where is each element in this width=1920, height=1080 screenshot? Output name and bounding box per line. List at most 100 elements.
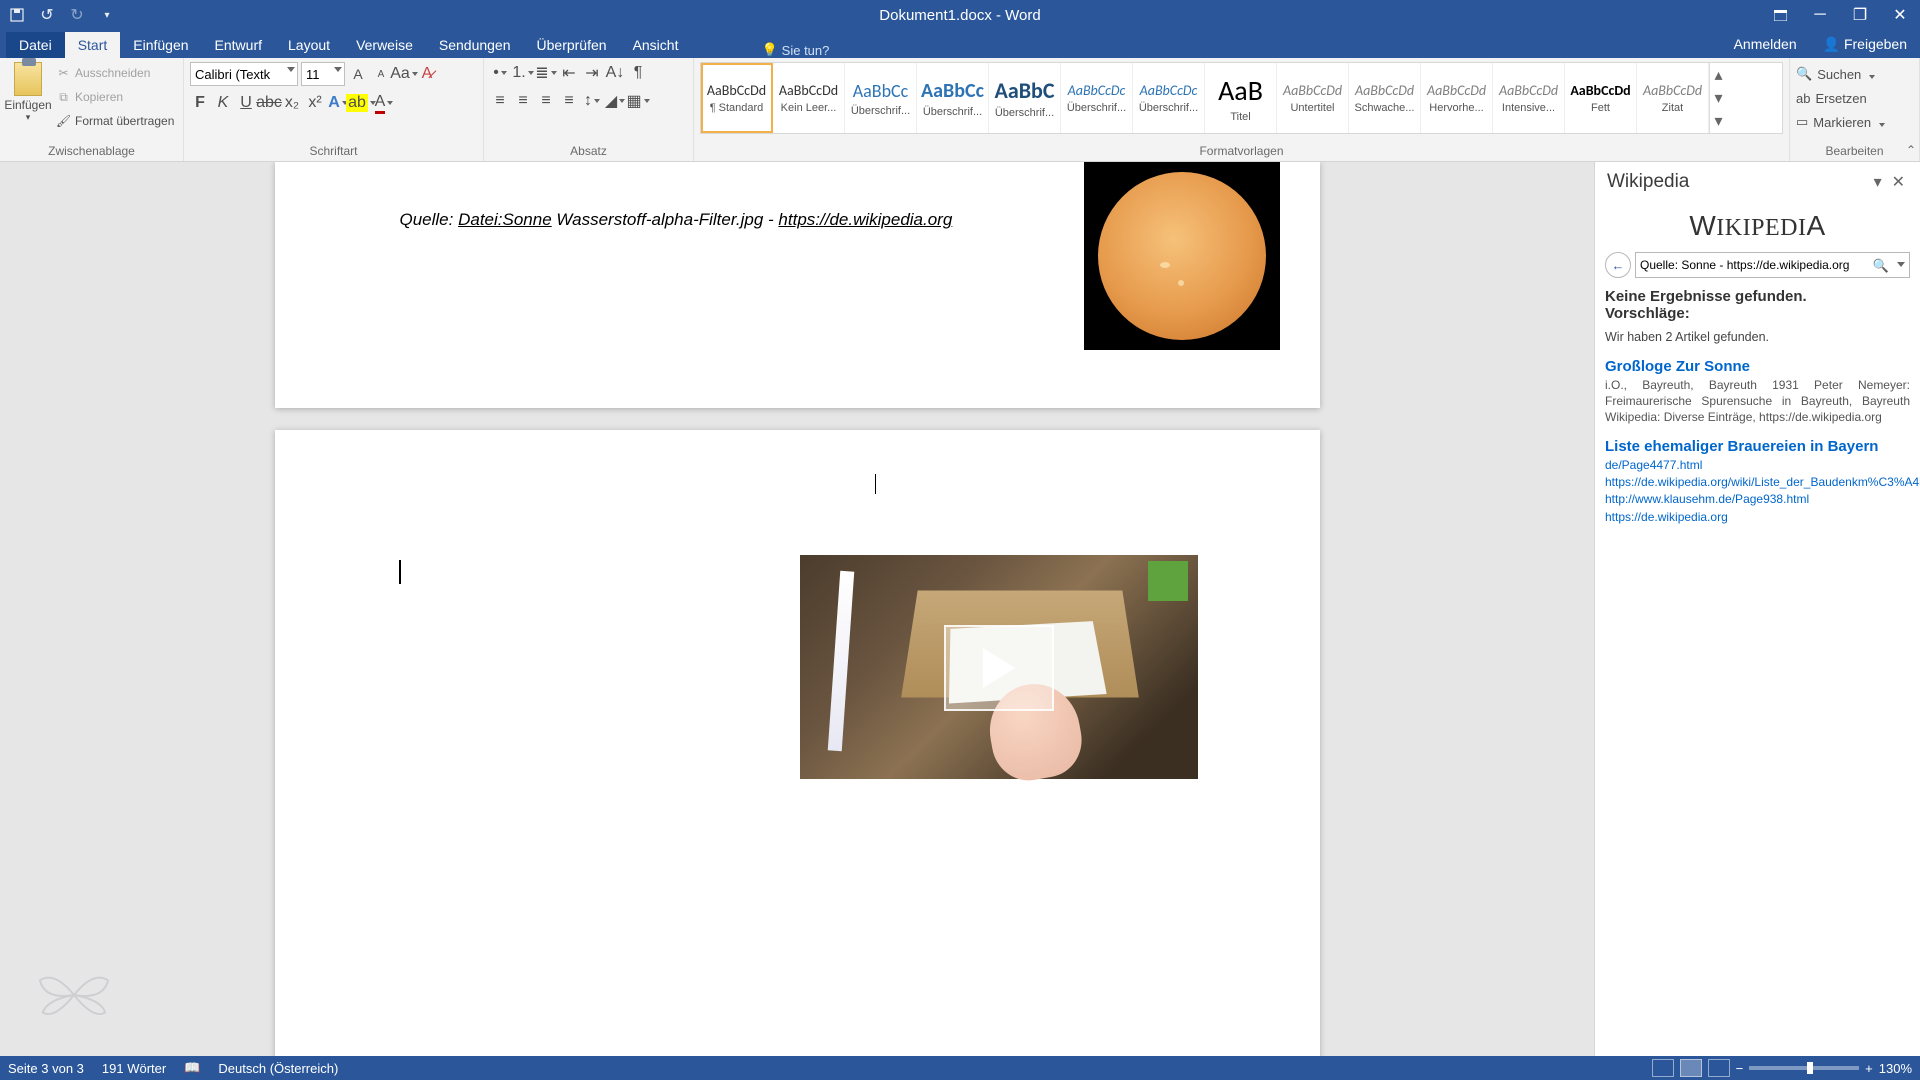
video-play-button[interactable] <box>944 625 1054 711</box>
close-button[interactable]: ✕ <box>1880 0 1920 30</box>
change-case-button[interactable]: Aa <box>394 63 414 85</box>
result-2-title[interactable]: Liste ehemaliger Brauereien in Bayern <box>1605 438 1910 455</box>
save-icon[interactable] <box>6 4 28 26</box>
align-center-button[interactable]: ≡ <box>513 90 533 112</box>
style-item[interactable]: AaBbCcDcÜberschrif... <box>1061 63 1133 133</box>
align-left-button[interactable]: ≡ <box>490 90 510 112</box>
align-right-button[interactable]: ≡ <box>536 90 556 112</box>
zoom-slider[interactable] <box>1749 1066 1859 1070</box>
select-button[interactable]: ▭Markieren <box>1796 110 1913 134</box>
style-item[interactable]: AaBbCcDdKein Leer... <box>773 63 845 133</box>
replace-button[interactable]: abErsetzen <box>1796 86 1913 110</box>
taskpane-close-button[interactable]: ✕ <box>1887 170 1910 194</box>
zoom-thumb[interactable] <box>1807 1062 1813 1074</box>
tab-insert[interactable]: Einfügen <box>120 32 201 58</box>
sort-button[interactable]: A↓ <box>605 62 625 84</box>
tab-start[interactable]: Start <box>65 32 121 58</box>
line-spacing-button[interactable]: ↕ <box>582 90 602 112</box>
ribbon-display-options-icon[interactable] <box>1760 0 1800 30</box>
font-name-combo[interactable]: Calibri (Textk <box>190 62 298 86</box>
caption-url-link[interactable]: https://de.wikipedia.org <box>778 210 952 229</box>
paste-button[interactable]: Einfügen ▾ <box>6 62 50 132</box>
font-color-button[interactable]: A <box>374 92 394 114</box>
style-item[interactable]: AaBbCcDdZitat <box>1637 63 1709 133</box>
style-item[interactable]: AaBbCcDdHervorhe... <box>1421 63 1493 133</box>
taskpane-search-input[interactable] <box>1640 258 1905 272</box>
result-2-link-1[interactable]: https://de.wikipedia.org/wiki/Liste_der_… <box>1605 474 1910 491</box>
find-button[interactable]: 🔍Suchen <box>1796 62 1913 86</box>
bullets-button[interactable]: • <box>490 62 510 84</box>
print-layout-button[interactable] <box>1680 1059 1702 1077</box>
italic-button[interactable]: K <box>213 92 233 114</box>
styles-gallery[interactable]: AaBbCcDd¶ StandardAaBbCcDdKein Leer...Aa… <box>700 62 1783 134</box>
decrease-indent-button[interactable]: ⇤ <box>559 62 579 84</box>
style-item[interactable]: AaBbCcDdUntertitel <box>1277 63 1349 133</box>
minimize-button[interactable]: ─ <box>1800 0 1840 30</box>
taskpane-back-button[interactable]: ← <box>1605 252 1631 278</box>
tab-file[interactable]: Datei <box>6 32 65 58</box>
proofing-icon[interactable]: 📖 <box>184 1060 200 1076</box>
share-button[interactable]: 👤 Freigeben <box>1810 31 1920 58</box>
tab-view[interactable]: Ansicht <box>620 32 692 58</box>
numbering-button[interactable]: 1. <box>513 62 533 84</box>
highlight-button[interactable]: ab <box>351 92 371 114</box>
style-item[interactable]: AaBbCcDd¶ Standard <box>701 63 773 133</box>
tell-me-search[interactable]: 💡 Sie tun? <box>761 42 829 58</box>
font-size-combo[interactable]: 11 <box>301 62 345 86</box>
cut-button[interactable]: ✂Ausschneiden <box>56 62 174 84</box>
copy-button[interactable]: ⧉Kopieren <box>56 86 174 108</box>
style-item[interactable]: AaBbCcÜberschrif... <box>845 63 917 133</box>
redo-button[interactable]: ↻ <box>66 4 88 26</box>
style-item[interactable]: AaBbCÜberschrif... <box>989 63 1061 133</box>
style-item[interactable]: AaBbCcDcÜberschrif... <box>1133 63 1205 133</box>
show-marks-button[interactable]: ¶ <box>628 62 648 84</box>
read-mode-button[interactable] <box>1652 1059 1674 1077</box>
justify-button[interactable]: ≡ <box>559 90 579 112</box>
qat-customize-icon[interactable]: ▾ <box>96 4 118 26</box>
zoom-level[interactable]: 130% <box>1879 1061 1912 1076</box>
result-2-link-2[interactable]: http://www.klausehm.de/Page938.html <box>1605 491 1910 508</box>
undo-button[interactable]: ↺ <box>36 4 58 26</box>
format-painter-button[interactable]: 🖌Format übertragen <box>56 110 174 132</box>
page-indicator[interactable]: Seite 3 von 3 <box>8 1061 84 1076</box>
increase-indent-button[interactable]: ⇥ <box>582 62 602 84</box>
word-count[interactable]: 191 Wörter <box>102 1061 166 1076</box>
sign-in-button[interactable]: Anmelden <box>1721 31 1810 58</box>
sun-image[interactable] <box>1084 162 1280 350</box>
style-item[interactable]: AaBTitel <box>1205 63 1277 133</box>
style-item[interactable]: AaBbCcDdSchwache... <box>1349 63 1421 133</box>
grow-font-button[interactable]: A <box>348 63 368 85</box>
tab-review[interactable]: Überprüfen <box>524 32 620 58</box>
multilevel-list-button[interactable]: ≣ <box>536 62 556 84</box>
restore-button[interactable]: ❐ <box>1840 0 1880 30</box>
shading-button[interactable]: ◢ <box>605 90 625 112</box>
style-item[interactable]: AaBbCcÜberschrif... <box>917 63 989 133</box>
taskpane-menu-icon[interactable]: ▾ <box>1869 170 1887 194</box>
search-icon[interactable]: 🔍 <box>1873 258 1889 274</box>
result-2-link-3[interactable]: https://de.wikipedia.org <box>1605 509 1910 526</box>
embedded-video[interactable] <box>800 555 1198 779</box>
bold-button[interactable]: F <box>190 92 210 114</box>
collapse-ribbon-button[interactable]: ⌃ <box>1906 143 1916 157</box>
style-item[interactable]: AaBbCcDdIntensive... <box>1493 63 1565 133</box>
text-effects-button[interactable]: A <box>328 92 348 114</box>
styles-scroll-down[interactable]: ▾ <box>1709 86 1727 109</box>
subscript-button[interactable]: x₂ <box>282 92 302 114</box>
styles-more-button[interactable]: ▾ <box>1709 110 1727 133</box>
strikethrough-button[interactable]: abc <box>259 92 279 114</box>
zoom-out-button[interactable]: − <box>1736 1061 1744 1076</box>
styles-scroll-up[interactable]: ▴ <box>1709 63 1727 86</box>
web-layout-button[interactable] <box>1708 1059 1730 1077</box>
result-2-link-0[interactable]: de/Page4477.html <box>1605 457 1910 474</box>
tab-mailings[interactable]: Sendungen <box>426 32 524 58</box>
tab-layout[interactable]: Layout <box>275 32 343 58</box>
underline-button[interactable]: U <box>236 92 256 114</box>
taskpane-search-box[interactable]: 🔍 <box>1635 252 1910 278</box>
tab-references[interactable]: Verweise <box>343 32 426 58</box>
style-item[interactable]: AaBbCcDdFett <box>1565 63 1637 133</box>
result-1-title[interactable]: Großloge Zur Sonne <box>1605 358 1910 375</box>
language-indicator[interactable]: Deutsch (Österreich) <box>218 1061 338 1076</box>
tab-design[interactable]: Entwurf <box>202 32 275 58</box>
document-canvas[interactable]: Quelle: Datei:Sonne Wasserstoff-alpha-Fi… <box>0 162 1594 1056</box>
borders-button[interactable]: ▦ <box>628 90 648 112</box>
